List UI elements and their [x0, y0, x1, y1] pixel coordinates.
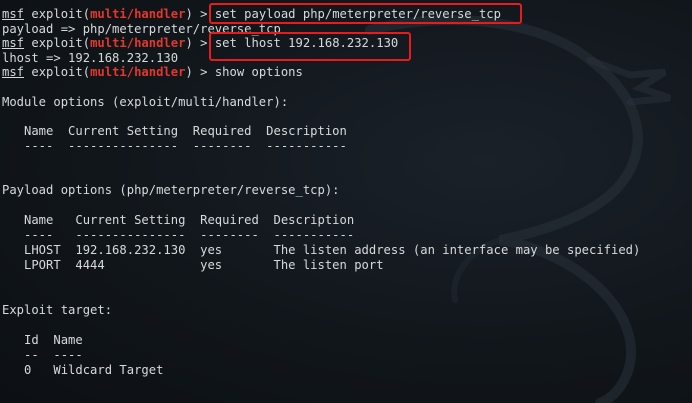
module-name: multi/handler: [90, 36, 186, 50]
highlight-box-lhost: [209, 32, 411, 61]
exploit-target-title: Exploit target:: [2, 303, 113, 317]
exploit-target-row: 0 Wildcard Target: [2, 363, 164, 377]
msf-label: msf: [2, 7, 25, 21]
module-options-header: Name Current Setting Required Descriptio…: [2, 124, 347, 138]
module-name: multi/handler: [90, 65, 186, 79]
msf-label: msf: [2, 36, 25, 50]
msf-label: msf: [2, 65, 25, 79]
payload-option-row-lport: LPORT 4444 yes The listen port: [2, 258, 384, 272]
output-lhost: lhost => 192.168.232.130: [2, 50, 179, 65]
payload-options-underline: ---- --------------- -------- ----------…: [2, 228, 355, 242]
module-options-title: Module options (exploit/multi/handler):: [2, 95, 289, 109]
exploit-target-header: Id Name: [2, 333, 83, 347]
highlight-box-payload: [209, 3, 522, 24]
module-name: multi/handler: [90, 7, 186, 21]
payload-options-header: Name Current Setting Required Descriptio…: [2, 213, 355, 227]
exploit-target-underline: -- ----: [2, 348, 83, 362]
command-show-options: show options: [214, 65, 303, 79]
module-options-underline: ---- --------------- -------- ----------…: [2, 139, 347, 153]
prompt-line-3[interactable]: msf exploit(multi/handler) > show option…: [2, 65, 303, 80]
terminal-window[interactable]: msf exploit(multi/handler) > set payload…: [0, 0, 692, 403]
payload-option-row-lhost: LHOST 192.168.232.130 yes The listen add…: [2, 243, 641, 257]
payload-options-title: Payload options (php/meterpreter/reverse…: [2, 183, 340, 197]
